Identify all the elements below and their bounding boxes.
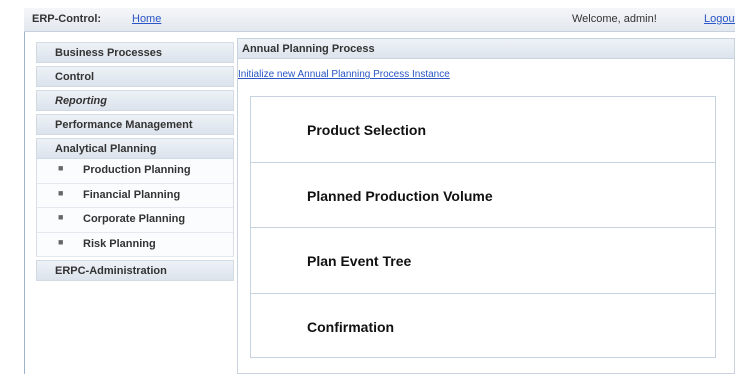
annual-planning-panel: Annual Planning Process Initialize new A…	[237, 38, 735, 374]
sidebar-subitem-label: Financial Planning	[83, 188, 181, 201]
sidebar-item-performance-management[interactable]: Performance Management	[36, 114, 234, 135]
sidebar-subitem-financial-planning[interactable]: ■ Financial Planning	[37, 183, 233, 208]
bullet-icon: ■	[58, 163, 64, 173]
step-planned-production-volume[interactable]: Planned Production Volume	[251, 163, 715, 228]
bullet-icon: ■	[58, 187, 64, 198]
sidebar-item-erpc-administration[interactable]: ERPC-Administration	[36, 260, 234, 281]
analytical-planning-submenu: ■ Production Planning ■ Financial Planni…	[36, 159, 234, 257]
welcome-text: Welcome, admin!	[572, 13, 657, 25]
sidebar: Business Processes Control Reporting Per…	[36, 42, 234, 284]
sidebar-subitem-production-planning[interactable]: ■ Production Planning	[37, 159, 233, 184]
sidebar-item-business-processes[interactable]: Business Processes	[36, 42, 234, 63]
sidebar-subitem-risk-planning[interactable]: ■ Risk Planning	[37, 232, 233, 257]
bullet-icon: ■	[58, 212, 64, 222]
sidebar-subitem-label: Production Planning	[83, 164, 191, 176]
home-link[interactable]: Home	[132, 13, 161, 25]
logout-link[interactable]: Logout	[704, 13, 735, 25]
sidebar-subitem-label: Risk Planning	[83, 237, 156, 250]
process-steps: Product Selection Planned Production Vol…	[250, 96, 716, 358]
step-confirmation[interactable]: Confirmation	[251, 294, 715, 360]
app-brand: ERP-Control:	[32, 13, 102, 25]
sidebar-subitem-corporate-planning[interactable]: ■ Corporate Planning	[37, 208, 233, 233]
sidebar-subitem-label: Corporate Planning	[83, 213, 186, 225]
sidebar-item-analytical-planning[interactable]: Analytical Planning	[36, 138, 234, 159]
top-bar: ERP-Control: Home Welcome, admin! Logout	[24, 8, 735, 32]
step-plan-event-tree[interactable]: Plan Event Tree	[251, 228, 715, 294]
step-product-selection[interactable]: Product Selection	[251, 97, 715, 163]
sidebar-item-control[interactable]: Control	[36, 66, 234, 87]
initialize-instance-link[interactable]: Initialize new Annual Planning Process I…	[238, 69, 450, 80]
panel-title: Annual Planning Process	[238, 39, 734, 59]
bullet-icon: ■	[58, 236, 64, 247]
sidebar-item-reporting[interactable]: Reporting	[36, 90, 234, 111]
